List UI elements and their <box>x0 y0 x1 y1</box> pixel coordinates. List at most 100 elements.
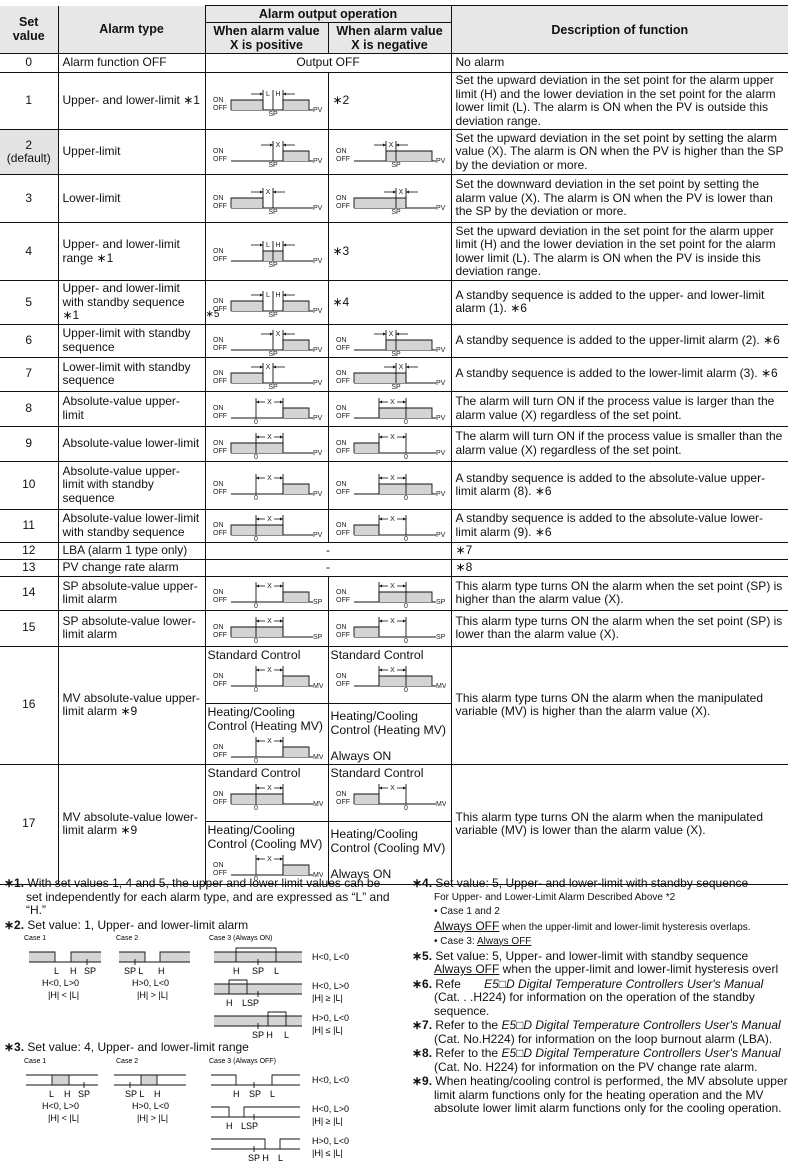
case-1-condition: H<0, L>0 <box>42 978 79 988</box>
footnote-5-line: Always OFF when the upper-limit and lowe… <box>412 962 788 977</box>
arrowhead <box>392 365 396 369</box>
alarm-type-cell: Upper- and lower-limit range ∗1 <box>57 222 206 281</box>
description-text: Set the upward deviation in the set poin… <box>455 130 784 172</box>
alarm-waveform-upper_pos: ONOFF PV X SP <box>213 329 322 356</box>
l-label: L <box>266 91 270 98</box>
x-label: X <box>267 667 272 674</box>
footnote-text: Set value: 5, Upper- and lower-limit wit… <box>435 876 749 890</box>
footnote-4-line: For Upper- and Lower-Limit Alarm Describ… <box>434 891 676 903</box>
set-value-cell: 14 <box>0 575 59 611</box>
arrowhead <box>405 190 409 193</box>
zero-label: 0 <box>254 638 258 643</box>
case-2-condition: H>0, L<0 <box>132 1101 169 1111</box>
alarm-on-region <box>282 301 309 312</box>
heating-cooling-block: Heating/Cooling Control (Heating MV) ON OF… <box>206 704 328 763</box>
on-label: ON <box>213 791 224 798</box>
alarm-type-cell: SP absolute-value upper-limit alarm <box>57 575 206 611</box>
footnote-mark: ∗5. <box>412 948 433 963</box>
alarm-on-region <box>230 100 263 110</box>
set-value-cell: 4 <box>0 222 59 281</box>
alarm-type-cell: MV absolute-value lower-limit alarm ∗9 <box>57 763 206 885</box>
on-label: ON <box>213 589 224 596</box>
header-alarm-type: Alarm type <box>57 5 206 54</box>
description-cell: Set the upward deviation in the set poin… <box>450 129 788 175</box>
footnote-mark: ∗9. <box>412 1074 433 1088</box>
alarm-waveform-abs_upper_pos: ONOFF PV X 0 <box>213 397 323 424</box>
alarm-type-name: Lower-limit with standby sequence <box>62 359 191 387</box>
case-2-abs-condition: |H| > |L| <box>137 1113 168 1123</box>
description-cell: This alarm type turns ON the alarm when … <box>450 575 788 611</box>
on-label: ON <box>213 862 224 869</box>
alarm-output-negative-cell: Standard Control ON OFF MV X 0 Heating/Cooling… <box>327 645 452 765</box>
zero-label: 0 <box>404 603 408 608</box>
set-value-cell: 11 <box>0 508 59 543</box>
axis-label: PV <box>313 415 323 422</box>
set-value-cell: 17 <box>0 763 59 885</box>
alarm-waveform-ul: ONOFF PV L H SP <box>213 90 322 116</box>
alarm-waveform-abs_upper_pos: ONOFF SP X 0 <box>213 582 322 608</box>
on-label: ON <box>213 370 224 377</box>
zero-label: 0 <box>254 454 258 459</box>
h-label: H <box>226 998 233 1008</box>
footnote-mark: ∗6. <box>412 976 433 991</box>
axis-label: PV <box>436 205 446 212</box>
footnote-4-text: • Case 3: <box>434 935 477 947</box>
arrowhead <box>282 92 286 96</box>
sp-label: SP <box>249 1089 261 1099</box>
set-value: 8 <box>25 400 33 415</box>
description-cell: This alarm type turns ON the alarm when … <box>450 609 788 647</box>
l-label: L <box>270 1089 275 1099</box>
case-3c-abs-condition: |H| ≤ |L| <box>312 1148 343 1158</box>
alarm-output-positive-cell: ON OFF SP X 0 <box>204 575 329 611</box>
standard-control-block: Standard Control ON OFF MV X 0 <box>328 765 451 822</box>
alarm-waveform-abs_lower_neg: ONOFF PV X 0 <box>336 514 445 541</box>
h-label: H <box>154 1089 161 1099</box>
table-row: 16 MV absolute-value upper-limit alarm ∗9… <box>0 645 788 765</box>
alarm-output-positive-cell: ON OFF PV L H SP <box>204 222 329 281</box>
off-label: OFF <box>213 105 227 112</box>
set-value: 13 <box>22 559 36 574</box>
x-label: X <box>267 399 272 406</box>
footnote-mark: ∗8. <box>412 1046 433 1060</box>
alarm-type-name: Upper-limit with standby sequence <box>62 326 191 354</box>
alarm-type-cell: Upper- and lower-limit with standby sequ… <box>57 280 206 325</box>
alarm-output-positive-cell: ON OFF PV X SP <box>204 323 329 358</box>
table-row: 8 Absolute-value upper-limit ON OFF PV X 0 ON OF… <box>0 390 788 427</box>
footnote-text: (Cat. No.H224) for information on the lo… <box>434 1031 773 1046</box>
off-label: OFF <box>213 752 227 759</box>
alarm-on-region <box>378 675 432 686</box>
set-value-cell: 5 <box>0 280 59 325</box>
alarm-waveform-upper_neg: ONOFF PV X SP <box>336 329 445 356</box>
set-value: 5 <box>25 294 33 309</box>
footnote-text: (Cat. . .H224) for information on the op… <box>434 990 755 1018</box>
on-label: ON <box>336 791 347 798</box>
sp-l-label: SP L <box>125 1089 144 1099</box>
axis-label: PV <box>436 158 446 165</box>
table-row: 12 LBA (alarm 1 type only) - ∗7 <box>0 541 788 560</box>
alarm-output-positive-cell: ON OFF PV X 0 <box>204 460 329 510</box>
arrowhead <box>378 584 382 588</box>
off-label: OFF <box>336 530 350 537</box>
description-cell: Set the downward deviation in the set po… <box>450 174 788 223</box>
sp-label: SP <box>268 111 278 116</box>
footnote-4-line: Always OFF when the upper-limit and lowe… <box>412 919 788 935</box>
alarm-output-positive-cell: Standard Control ON OFF MV X 0 Heating/Cooling… <box>204 763 329 885</box>
footnote-ref: ∗4 <box>332 294 350 309</box>
footnote-mark: ∗1. <box>4 876 25 890</box>
alarm-waveform-range: ONOFF PV L H SP <box>213 240 322 267</box>
arrowhead <box>402 668 406 671</box>
axis-label: MV <box>313 683 323 690</box>
on-label: ON <box>336 195 347 202</box>
alarm-output-negative-cell: ON OFF SP X 0 <box>327 609 452 647</box>
arrowhead <box>402 786 406 789</box>
footnote-mark: ∗2. <box>4 917 25 932</box>
l-label: L <box>54 966 59 976</box>
footnote-text: Set value: 1, Upper- and lower-limit ala… <box>27 917 249 932</box>
alarm-on-region <box>353 373 406 383</box>
arrowhead <box>259 92 263 96</box>
alarm-type-cell: Upper-limit with standby sequence <box>57 323 206 358</box>
arrowhead <box>378 668 382 671</box>
upper-lower-limit-cases-diagram: Case 1 Case 2 Case 3 (Always ON) L H SP SP LHH… <box>4 932 394 1040</box>
set-value-cell: 13 <box>0 558 59 577</box>
on-label: ON <box>213 337 224 344</box>
